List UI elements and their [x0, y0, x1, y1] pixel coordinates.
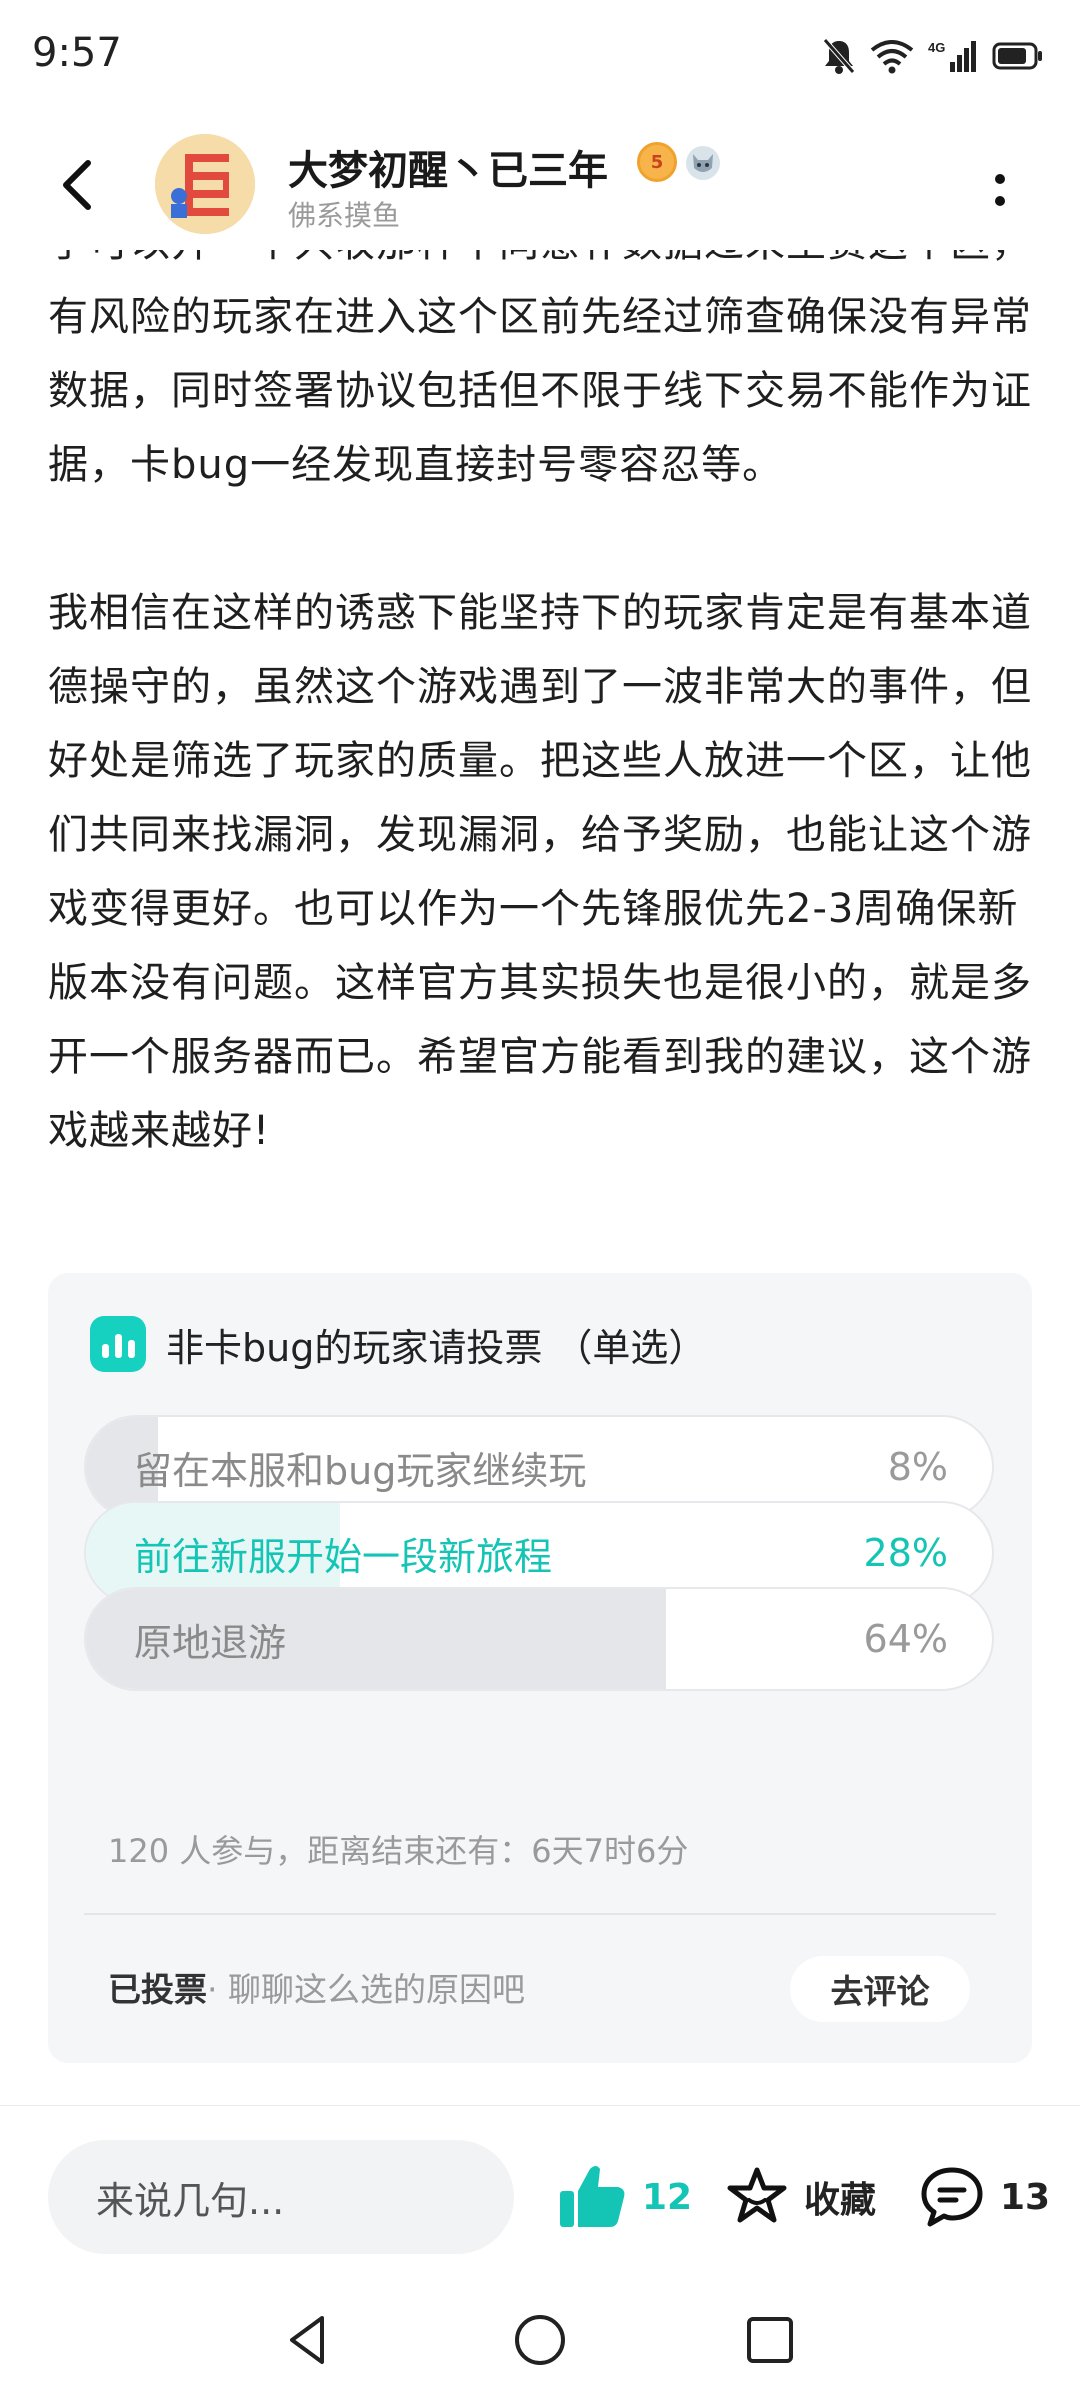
signal-icon: 4G [928, 40, 976, 72]
more-options-icon[interactable] [985, 160, 1015, 220]
author-name[interactable]: 大梦初醒丶已三年 [288, 138, 608, 196]
level-badge-icon: 5 [637, 142, 677, 182]
article-paragraph: 手可以开一个只收那种不同意补数据过来至赛这个区，有风险的玩家在进入这个区前先经过… [48, 250, 1032, 488]
level-badge-text: 5 [650, 151, 664, 173]
article-body: 手可以开一个只收那种不同意补数据过来至赛这个区，有风险的玩家在进入这个区前先经过… [0, 250, 1080, 1240]
favorite-label: 收藏 [804, 2180, 877, 2221]
status-icons: 4G [822, 34, 1044, 78]
go-comment-button[interactable]: 去评论 [790, 1956, 970, 2022]
article-paragraph: 我相信在这样的诱惑下能坚持下的玩家肯定是有基本道德操守的，虽然这个游戏遇到了一波… [48, 590, 1032, 1154]
poll-option-quit[interactable]: 原地退游 64% [84, 1587, 994, 1691]
comment-count-button[interactable]: 13 [918, 2154, 1050, 2240]
author-subtitle: 佛系摸鱼 [288, 199, 401, 232]
voted-label: 已投票 [108, 1970, 207, 2009]
poll-chart-icon [90, 1316, 146, 1372]
author-avatar[interactable] [155, 134, 255, 234]
poll-card: 非卡bug的玩家请投票 （单选） 留在本服和bug玩家继续玩 8% 前往新服开始… [48, 1273, 1032, 2063]
like-button[interactable]: 12 [556, 2154, 692, 2240]
voted-hint: · 聊聊这么选的原因吧 [207, 1970, 525, 2009]
poll-title: 非卡bug的玩家请投票 （单选） [166, 1325, 707, 1370]
wolf-badge-icon [686, 146, 720, 180]
nav-recents-icon[interactable] [740, 2310, 800, 2370]
bottom-action-bar: 来说几句... 12 收藏 13 [0, 2105, 1080, 2255]
thumbs-up-icon [560, 2166, 625, 2227]
comment-count: 13 [1000, 2176, 1051, 2218]
avatar-illustration [155, 134, 255, 234]
status-time: 9:57 [32, 30, 122, 76]
star-icon [727, 2167, 787, 2223]
nav-back-icon[interactable] [278, 2310, 338, 2370]
like-count: 12 [642, 2176, 693, 2218]
poll-participants-meta: 120 人参与，距离结束还有：6天7时6分 [108, 1832, 689, 1870]
poll-title-row: 非卡bug的玩家请投票 （单选） [90, 1315, 706, 1373]
poll-option-label: 原地退游 [134, 1620, 287, 1665]
mute-bell-icon [823, 38, 855, 74]
battery-icon [992, 42, 1042, 70]
comment-bubble-icon [921, 2167, 983, 2227]
wifi-icon [870, 40, 914, 74]
post-header: 大梦初醒丶已三年 5 佛系摸鱼 [0, 120, 1080, 250]
voted-row: 已投票· 聊聊这么选的原因吧 [108, 1963, 525, 2011]
back-arrow-icon[interactable] [50, 155, 110, 215]
favorite-button[interactable]: 收藏 [724, 2154, 876, 2240]
comment-input-placeholder: 来说几句... [96, 2178, 285, 2223]
nav-home-icon[interactable] [510, 2310, 570, 2370]
status-bar: 9:57 4G [0, 0, 1080, 120]
system-navigation-bar [0, 2270, 1080, 2400]
poll-divider [84, 1913, 996, 1915]
network-type-label: 4G [928, 40, 945, 55]
comment-input[interactable]: 来说几句... [48, 2140, 514, 2254]
poll-option-percent: 64% [863, 1617, 948, 1661]
